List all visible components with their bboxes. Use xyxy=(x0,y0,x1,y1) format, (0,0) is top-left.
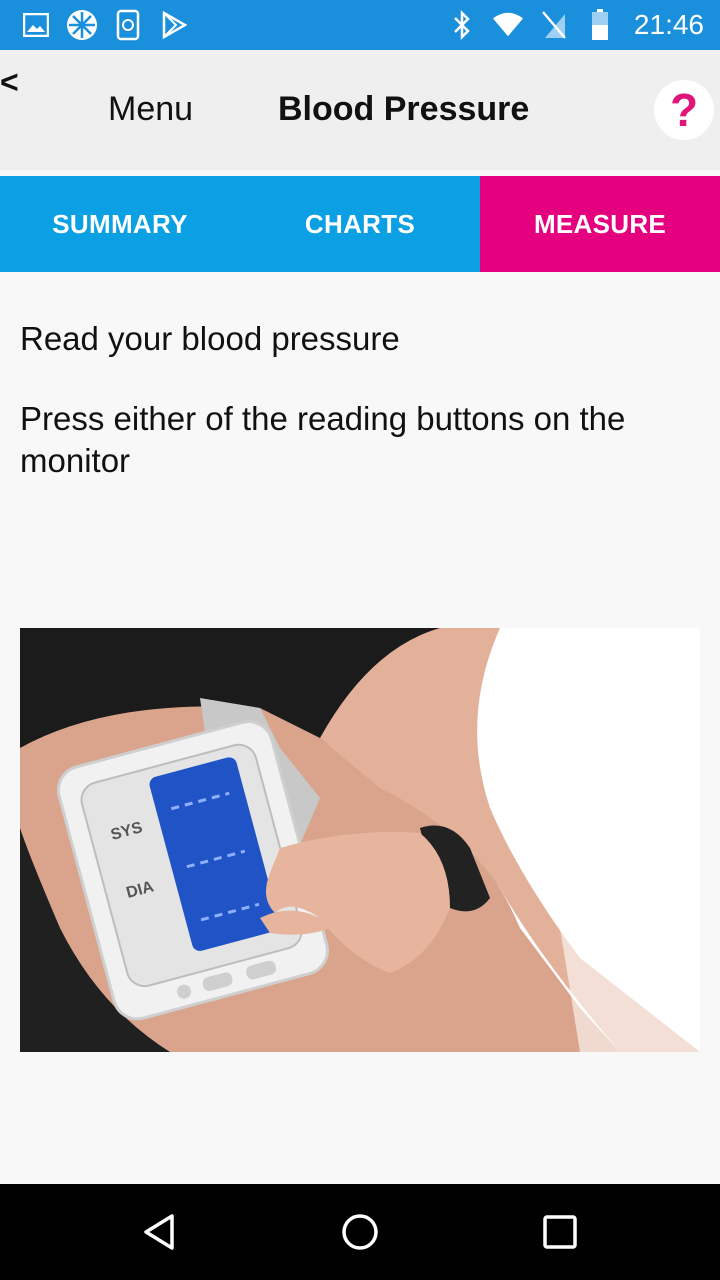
battery-icon xyxy=(584,9,616,41)
status-time: 21:46 xyxy=(633,9,704,40)
wifi-icon xyxy=(492,9,524,41)
monitor-photo: SYS DIA xyxy=(20,628,700,1052)
tab-measure[interactable]: MEASURE xyxy=(480,176,720,272)
back-triangle-icon[interactable] xyxy=(134,1206,186,1258)
no-sim-icon xyxy=(538,9,570,41)
app-header: < Menu Blood Pressure ? xyxy=(0,50,720,170)
sync-phone-icon xyxy=(112,9,144,41)
tab-charts[interactable]: CHARTS xyxy=(240,176,480,272)
home-circle-icon[interactable] xyxy=(334,1206,386,1258)
bluetooth-icon xyxy=(446,9,478,41)
gallery-icon xyxy=(20,9,52,41)
question-mark-icon: ? xyxy=(669,84,699,136)
help-button[interactable]: ? xyxy=(654,80,714,140)
page-title: Blood Pressure xyxy=(278,90,530,128)
menu-button[interactable]: Menu xyxy=(108,90,193,129)
back-button[interactable]: < xyxy=(0,64,30,104)
pinwheel-icon xyxy=(66,9,98,41)
recents-square-icon[interactable] xyxy=(534,1206,586,1258)
status-bar: 21:46 xyxy=(0,0,720,50)
navigation-bar xyxy=(0,1184,720,1280)
tab-bar: SUMMARY CHARTS MEASURE xyxy=(0,176,720,272)
instruction-text: Press either of the reading buttons on t… xyxy=(20,400,626,479)
tab-summary[interactable]: SUMMARY xyxy=(0,176,240,272)
instructions: Read your blood pressure Press either of… xyxy=(20,318,700,482)
instruction-heading: Read your blood pressure xyxy=(20,320,400,357)
play-store-icon xyxy=(158,9,190,41)
